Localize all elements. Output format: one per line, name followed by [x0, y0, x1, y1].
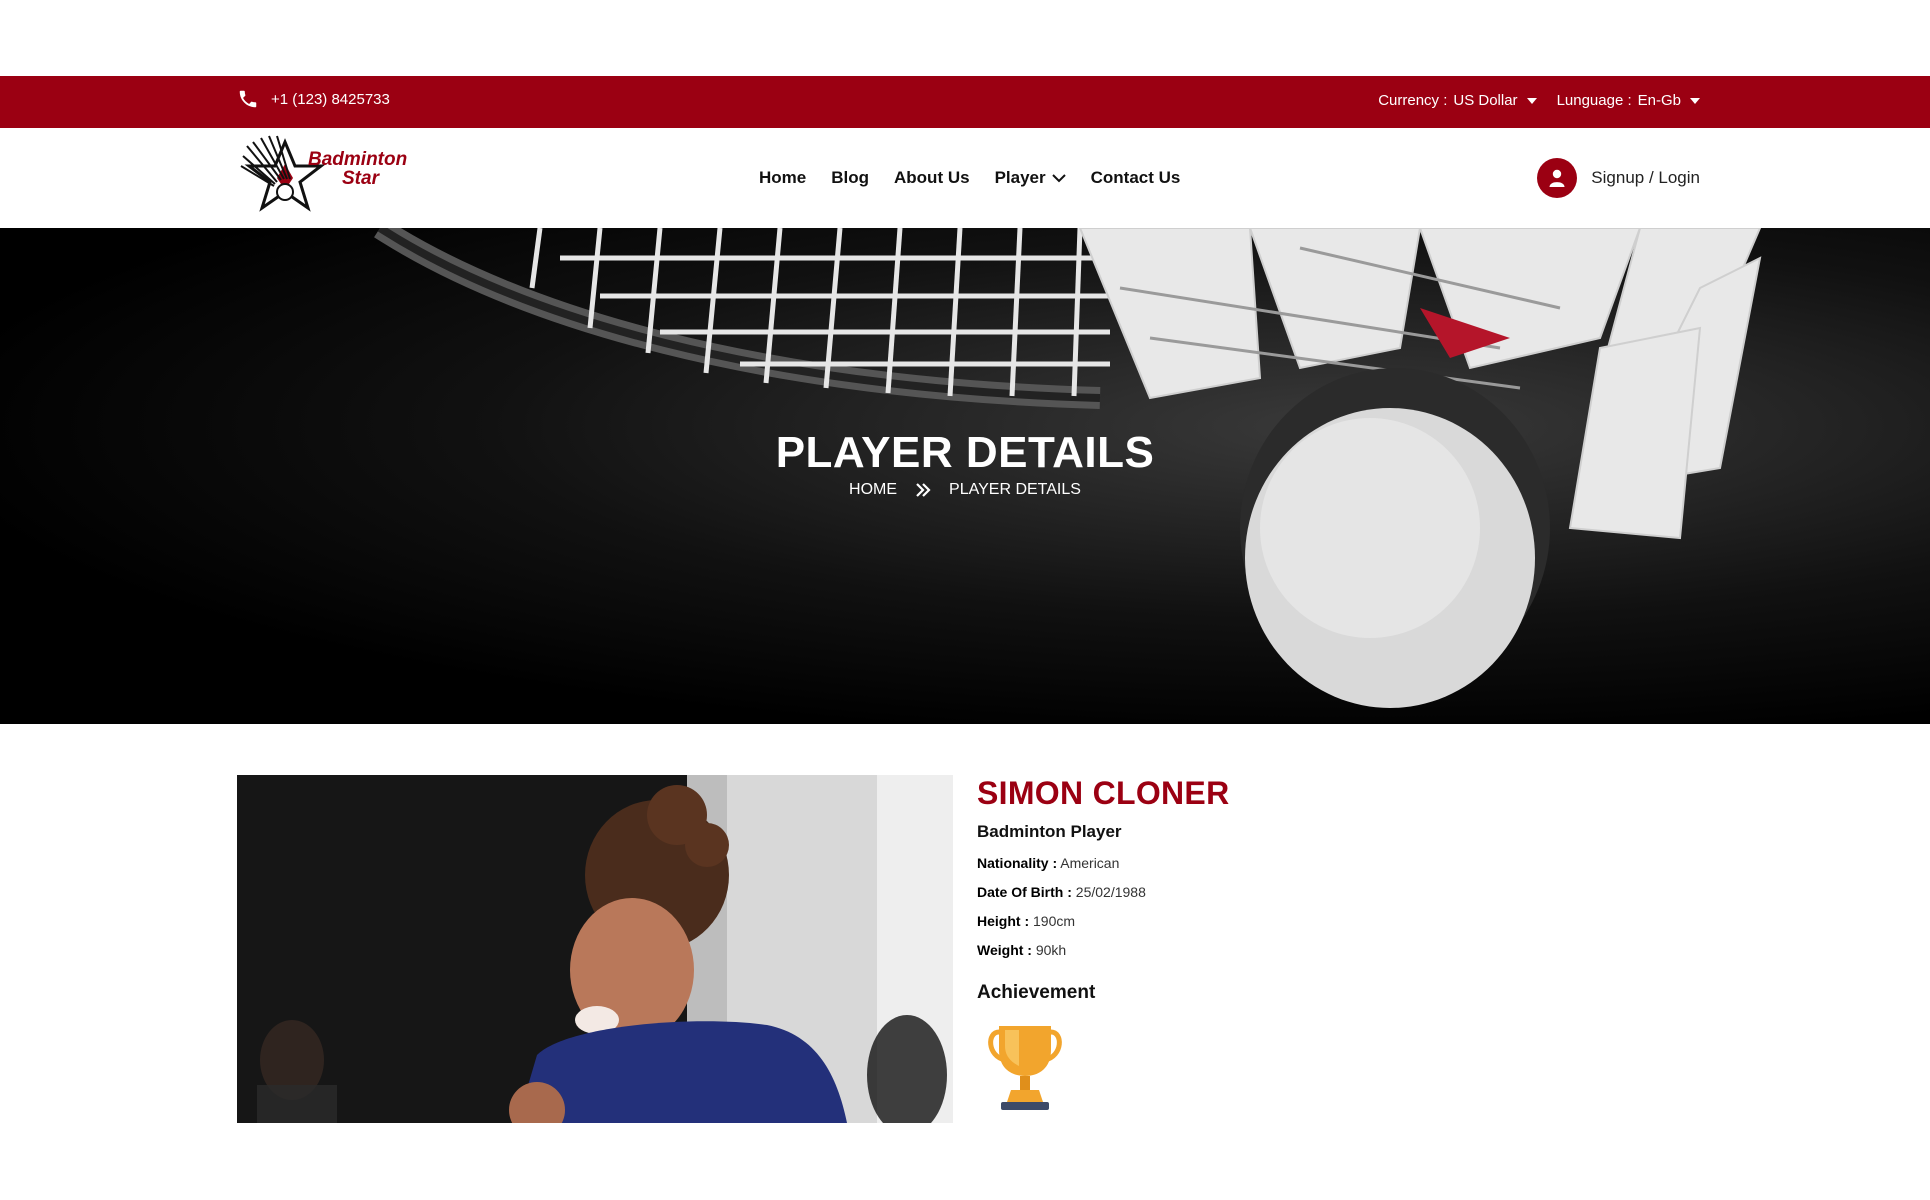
- nationality-row: Nationality : American: [977, 855, 1577, 871]
- breadcrumb-home[interactable]: HOME: [849, 481, 897, 499]
- hero-title: PLAYER DETAILS: [775, 428, 1155, 477]
- top-bar: +1 (123) 8425733 Currency : US Dollar Lu…: [0, 76, 1930, 128]
- player-name: SIMON CLONER: [977, 775, 1230, 811]
- hero-banner: PLAYER DETAILS HOME PLAYER DETAILS: [0, 228, 1930, 724]
- nationality-label: Nationality :: [977, 855, 1058, 871]
- player-details: SIMON CLONER Badminton Player Nationalit…: [977, 775, 1577, 1117]
- language-value: En-Gb: [1637, 92, 1681, 109]
- logo-text: Badminton Star: [308, 150, 407, 188]
- phone-number: +1 (123) 8425733: [271, 90, 390, 108]
- achievement-heading: Achievement: [977, 982, 1096, 1003]
- dob-value: 25/02/1988: [1075, 884, 1146, 900]
- height-value: 190cm: [1033, 913, 1076, 929]
- nav-player-label: Player: [994, 168, 1046, 187]
- caret-down-icon: [1690, 97, 1700, 104]
- language-selector[interactable]: Lunguage : En-Gb: [1557, 92, 1700, 109]
- language-label: Lunguage :: [1556, 92, 1632, 109]
- caret-down-icon: [1526, 97, 1537, 104]
- dob-row: Date Of Birth : 25/02/1988: [977, 884, 1577, 900]
- phone-icon: [239, 90, 257, 108]
- chevron-down-icon: [1051, 174, 1066, 183]
- height-label: Height :: [977, 913, 1030, 929]
- currency-value: US Dollar: [1453, 92, 1518, 109]
- main-nav: Home Blog About Us Player Contact Us: [759, 168, 1180, 188]
- weight-value: 90kh: [1035, 942, 1067, 958]
- signup-login[interactable]: Signup / Login: [1537, 158, 1700, 198]
- dob-label: Date Of Birth :: [977, 884, 1072, 900]
- currency-selector[interactable]: Currency : US Dollar: [1378, 92, 1537, 109]
- player-photo: [237, 775, 953, 1123]
- breadcrumb-current: PLAYER DETAILS: [949, 481, 1081, 498]
- currency-label: Currency :: [1378, 92, 1448, 109]
- nationality-value: American: [1060, 855, 1120, 871]
- nav-player[interactable]: Player: [995, 168, 1066, 188]
- logo-line-1: Badminton: [308, 149, 408, 170]
- signup-login-label: Signup / Login: [1591, 168, 1700, 187]
- player-role: Badminton Player: [977, 822, 1122, 841]
- height-row: Height : 190cm: [977, 913, 1577, 929]
- phone-contact[interactable]: +1 (123) 8425733: [237, 88, 390, 110]
- double-chevron-right-icon: [916, 483, 931, 497]
- breadcrumb: HOME PLAYER DETAILS: [0, 481, 1930, 499]
- trophy-icon: [988, 1026, 1062, 1110]
- weight-row: Weight : 90kh: [977, 942, 1577, 958]
- nav-blog[interactable]: Blog: [831, 168, 869, 188]
- nav-home[interactable]: Home: [759, 168, 806, 188]
- nav-contact-us[interactable]: Contact Us: [1091, 168, 1181, 188]
- user-icon: [1537, 158, 1578, 198]
- logo-line-2: Star: [342, 168, 379, 189]
- main-header: Badminton Star Home Blog About Us Player…: [0, 128, 1930, 228]
- nav-about-us[interactable]: About Us: [894, 168, 970, 188]
- weight-label: Weight :: [977, 942, 1032, 958]
